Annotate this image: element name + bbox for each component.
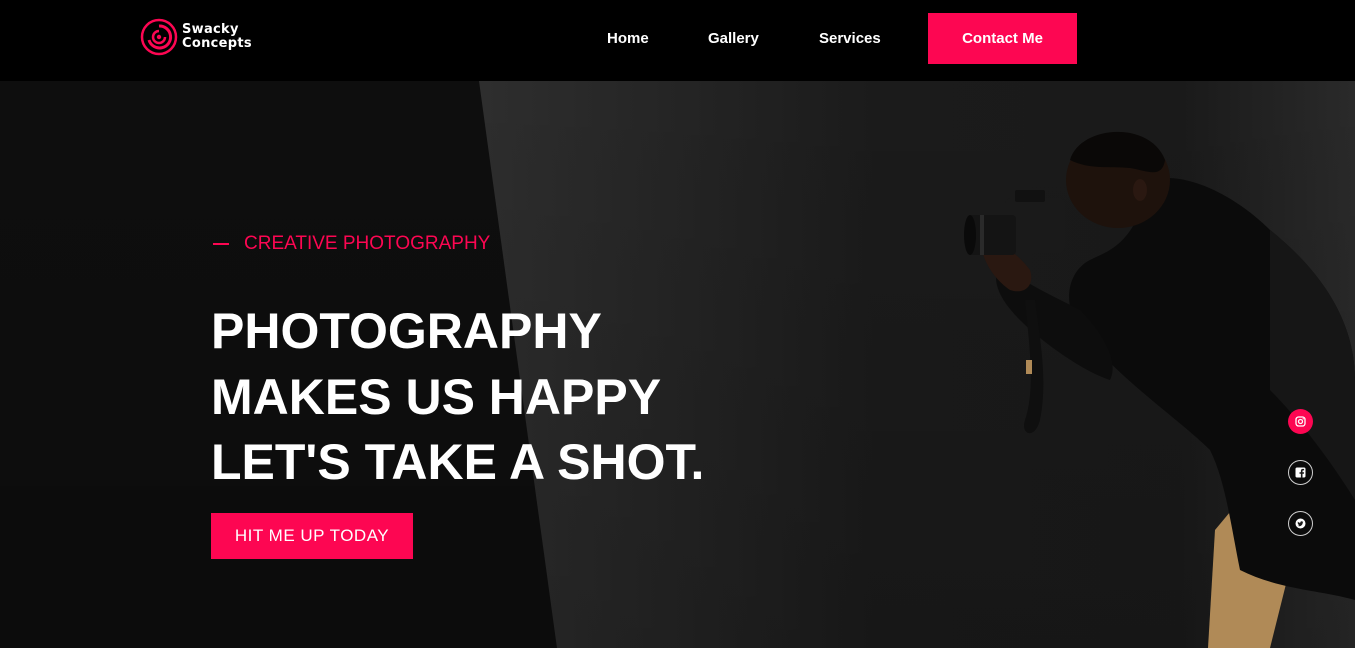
brand-name-line1: Swacky: [182, 22, 239, 37]
instagram-icon: [1295, 416, 1306, 427]
twitter-icon: [1295, 518, 1306, 529]
hero-headline: PHOTOGRAPHY MAKES US HAPPY LET'S TAKE A …: [211, 299, 704, 496]
nav-services-link[interactable]: Services: [819, 30, 881, 47]
eyebrow-dash: [213, 243, 229, 245]
hero-headline-line1: PHOTOGRAPHY: [211, 303, 602, 359]
nav-gallery-link[interactable]: Gallery: [708, 30, 759, 47]
photographer-image: [964, 131, 1355, 648]
brand-name-line2: Concepts: [182, 36, 252, 51]
logo-link[interactable]: Swacky Concepts: [140, 18, 252, 56]
facebook-link[interactable]: [1288, 460, 1313, 485]
facebook-icon: [1295, 467, 1306, 478]
nav-home-link[interactable]: Home: [607, 30, 649, 47]
page: Swacky Concepts Home Gallery Services Co…: [0, 0, 1355, 648]
camera-lens-logo-icon: [140, 18, 178, 56]
contact-me-button[interactable]: Contact Me: [928, 13, 1077, 64]
brand-name: Swacky Concepts: [182, 23, 252, 51]
navbar: Swacky Concepts Home Gallery Services Co…: [0, 0, 1355, 81]
hero-eyebrow-text: CREATIVE PHOTOGRAPHY: [244, 233, 491, 254]
hero-headline-line2: MAKES US HAPPY: [211, 368, 662, 425]
hero-headline-line3: LET'S TAKE A SHOT.: [211, 434, 705, 490]
instagram-link[interactable]: [1288, 409, 1313, 434]
twitter-link[interactable]: [1288, 511, 1313, 536]
hero-eyebrow: CREATIVE PHOTOGRAPHY: [213, 233, 490, 255]
hit-me-up-button[interactable]: HIT ME UP TODAY: [211, 513, 413, 559]
